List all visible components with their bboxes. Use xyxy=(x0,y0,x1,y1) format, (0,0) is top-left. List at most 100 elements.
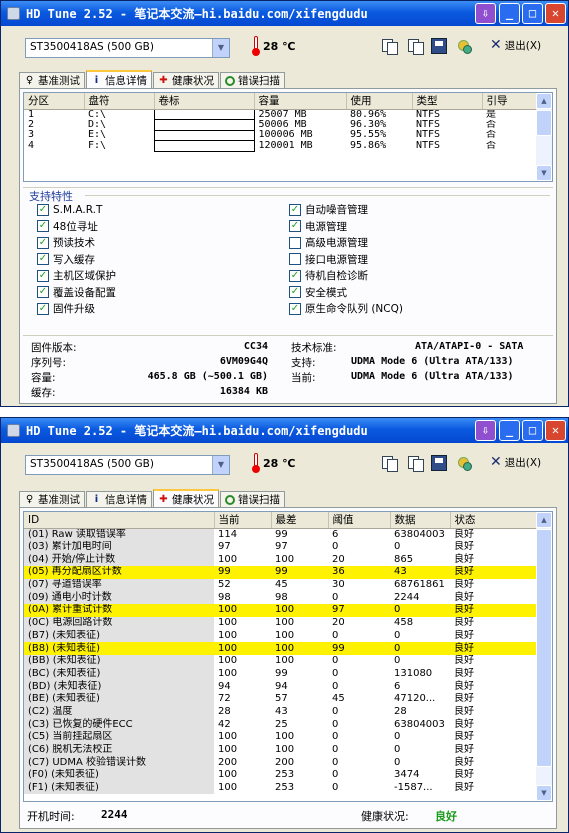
smart-cell-status: 良好 xyxy=(454,693,474,705)
title-bar[interactable]: HD Tune 2.52 - 笔记本交流—hi.baidu.com/xifeng… xyxy=(1,418,568,443)
tab-benchmark[interactable]: ♀ 基准测试 xyxy=(19,491,85,507)
feature-checkbox[interactable]: ✓ xyxy=(37,236,49,249)
save-icon[interactable] xyxy=(431,455,447,471)
smart-row[interactable]: (BB) (未知表征) 100 100 0 0 良好 xyxy=(24,654,538,668)
scroll-thumb[interactable] xyxy=(536,529,552,767)
scroll-down-icon[interactable]: ▼ xyxy=(536,165,552,181)
feature-checkbox[interactable]: ✓ xyxy=(37,203,49,216)
feature-checkbox[interactable]: ✓ xyxy=(37,302,49,315)
maximize-button[interactable]: □ xyxy=(522,420,543,441)
close-button[interactable]: ✕ xyxy=(545,3,566,24)
smart-row[interactable]: (BC) (未知表征) 100 99 0 131080 良好 xyxy=(24,667,538,681)
partition-col-header[interactable]: 类型 xyxy=(412,93,483,110)
partition-col-header[interactable]: 引导 xyxy=(482,93,538,110)
scroll-down-icon[interactable]: ▼ xyxy=(536,785,552,801)
feature-checkbox[interactable]: ✓ xyxy=(289,269,301,282)
feature-checkbox[interactable]: ✓ xyxy=(289,220,301,232)
partition-row[interactable]: 2 D:\ 50006 MB 96.30% NTFS 否 xyxy=(24,119,537,131)
smart-row[interactable]: (09) 通电小时计数 98 98 0 2244 良好 xyxy=(24,591,538,605)
feature-checkbox[interactable]: ✓ xyxy=(289,286,301,298)
smart-row[interactable]: (C5) 当前挂起扇区 100 100 0 0 良好 xyxy=(24,731,538,744)
partition-scrollbar[interactable]: ▲ ▼ xyxy=(536,93,552,181)
partition-list[interactable]: 分区 盘符 卷标 容量 使用 类型 引导 1 C:\ 25007 MB 80.96% NTFS 是 2 D… xyxy=(23,92,553,182)
feature-checkbox[interactable]: ✓ xyxy=(37,286,49,298)
partition-col-header[interactable]: 分区 xyxy=(24,93,85,110)
tab-error-scan[interactable]: 错误扫描 xyxy=(220,72,285,88)
smart-col-header[interactable]: 最差 xyxy=(271,512,329,529)
smart-col-header[interactable]: 当前 xyxy=(214,512,272,529)
smart-col-header[interactable]: 状态 xyxy=(450,512,539,529)
partition-row[interactable]: 3 E:\ 100006 MB 95.55% NTFS 否 xyxy=(24,129,537,141)
smart-col-header[interactable]: ID xyxy=(24,512,215,529)
smart-row[interactable]: (07) 寻道错误率 52 45 30 68761861 良好 xyxy=(24,578,538,592)
smart-row[interactable]: (C2) 温度 28 43 0 28 良好 xyxy=(24,705,538,719)
smart-row[interactable]: (0C) 电源回路计数 100 100 20 458 良好 xyxy=(24,616,538,630)
smart-row[interactable]: (B8) (未知表征) 100 100 99 0 良好 xyxy=(24,642,538,655)
drive-select[interactable]: ST3500418AS (500 GB) ▼ xyxy=(25,38,230,58)
smart-row[interactable]: (C7) UDMA 校验错误计数 200 200 0 0 良好 xyxy=(24,756,538,770)
feature-checkbox[interactable]: ✓ xyxy=(37,220,49,232)
chevron-down-icon[interactable]: ▼ xyxy=(212,39,229,57)
smart-scrollbar[interactable]: ▲ ▼ xyxy=(536,512,552,801)
tab-info[interactable]: i 信息详情 xyxy=(86,70,152,89)
tab-strip: ♀ 基准测试 i 信息详情 ✚ 健康状况 错误扫描 xyxy=(19,489,286,508)
scroll-up-icon[interactable]: ▲ xyxy=(536,93,552,109)
maximize-button[interactable]: □ xyxy=(522,3,543,24)
smart-row[interactable]: (03) 累计加电时间 97 97 0 0 良好 xyxy=(24,540,538,554)
tab-health[interactable]: ✚ 健康状况 xyxy=(153,72,219,88)
minimize-button[interactable]: _ xyxy=(499,420,520,441)
tab-info[interactable]: i 信息详情 xyxy=(86,491,152,507)
options-icon[interactable] xyxy=(456,455,472,471)
smart-cell-thr: 0 xyxy=(332,731,339,743)
scroll-up-icon[interactable]: ▲ xyxy=(536,512,552,528)
tab-benchmark[interactable]: ♀ 基准测试 xyxy=(19,72,85,88)
smart-row[interactable]: (B7) (未知表征) 100 100 0 0 良好 xyxy=(24,629,538,643)
partition-row[interactable]: 1 C:\ 25007 MB 80.96% NTFS 是 xyxy=(24,108,537,120)
minimize-button[interactable]: _ xyxy=(499,3,520,24)
feature-checkbox[interactable]: ✓ xyxy=(289,203,301,216)
feature-checkbox[interactable]: ✓ xyxy=(37,253,49,265)
feature-checkbox[interactable] xyxy=(289,236,301,249)
chevron-down-icon[interactable]: ▼ xyxy=(212,456,229,474)
partition-col-header[interactable]: 卷标 xyxy=(154,93,255,110)
options-icon[interactable] xyxy=(456,38,472,54)
copy-screenshot-icon[interactable] xyxy=(407,38,424,55)
smart-row[interactable]: (F0) (未知表征) 100 253 0 3474 良好 xyxy=(24,769,538,782)
smart-col-header[interactable]: 阈值 xyxy=(328,512,391,529)
smart-list[interactable]: ID 当前 最差 阈值 数据 状态 (01) Raw 读取错误率 114 99 6 6380400… xyxy=(23,511,553,802)
smart-cell-worst: 25 xyxy=(275,718,288,730)
feature-label: 固件升级 xyxy=(53,303,95,315)
partition-col-header[interactable]: 使用 xyxy=(346,93,413,110)
smart-row[interactable]: (BD) (未知表征) 94 94 0 6 良好 xyxy=(24,680,538,693)
close-button[interactable]: ✕ xyxy=(545,420,566,441)
copy-screenshot-icon[interactable] xyxy=(407,455,424,472)
tab-health[interactable]: ✚ 健康状况 xyxy=(153,489,219,508)
smart-row[interactable]: (C3) 已恢复的硬件ECC 42 25 0 63804003 良好 xyxy=(24,718,538,731)
copy-text-icon[interactable] xyxy=(381,38,398,55)
download-arrow-icon[interactable]: ⇩ xyxy=(475,3,496,24)
scroll-thumb[interactable] xyxy=(536,110,552,136)
smart-row[interactable]: (0A) 累计重试计数 100 100 97 0 良好 xyxy=(24,604,538,617)
exit-button[interactable]: ✕ 退出(X) xyxy=(490,454,541,470)
partition-col-header[interactable]: 容量 xyxy=(254,93,347,110)
drive-select[interactable]: ST3500418AS (500 GB) ▼ xyxy=(25,455,230,475)
smart-row[interactable]: (BE) (未知表征) 72 57 45 47120... 良好 xyxy=(24,692,538,706)
exit-button[interactable]: ✕ 退出(X) xyxy=(490,37,541,53)
partition-col-header[interactable]: 盘符 xyxy=(84,93,155,110)
smart-row[interactable]: (F1) (未知表征) 100 253 0 -1587... 良好 xyxy=(24,781,538,795)
feature-checkbox[interactable] xyxy=(289,253,301,265)
smart-row[interactable]: (C6) 脱机无法校正 100 100 0 0 良好 xyxy=(24,743,538,757)
download-arrow-icon[interactable]: ⇩ xyxy=(475,420,496,441)
smart-row[interactable]: (05) 再分配扇区计数 99 99 36 43 良好 xyxy=(24,566,538,579)
volume-label-cell xyxy=(153,140,255,152)
partition-row[interactable]: 4 F:\ 120001 MB 95.86% NTFS 否 xyxy=(24,140,537,152)
smart-row[interactable]: (01) Raw 读取错误率 114 99 6 63804003 良好 xyxy=(24,528,538,541)
title-bar[interactable]: HD Tune 2.52 - 笔记本交流—hi.baidu.com/xifeng… xyxy=(1,1,568,26)
smart-col-header[interactable]: 数据 xyxy=(390,512,451,529)
feature-checkbox[interactable]: ✓ xyxy=(289,302,301,315)
feature-checkbox[interactable]: ✓ xyxy=(37,269,49,282)
smart-row[interactable]: (04) 开始/停止计数 100 100 20 865 良好 xyxy=(24,553,538,567)
save-icon[interactable] xyxy=(431,38,447,54)
copy-text-icon[interactable] xyxy=(381,455,398,472)
tab-error-scan[interactable]: 错误扫描 xyxy=(220,491,285,507)
